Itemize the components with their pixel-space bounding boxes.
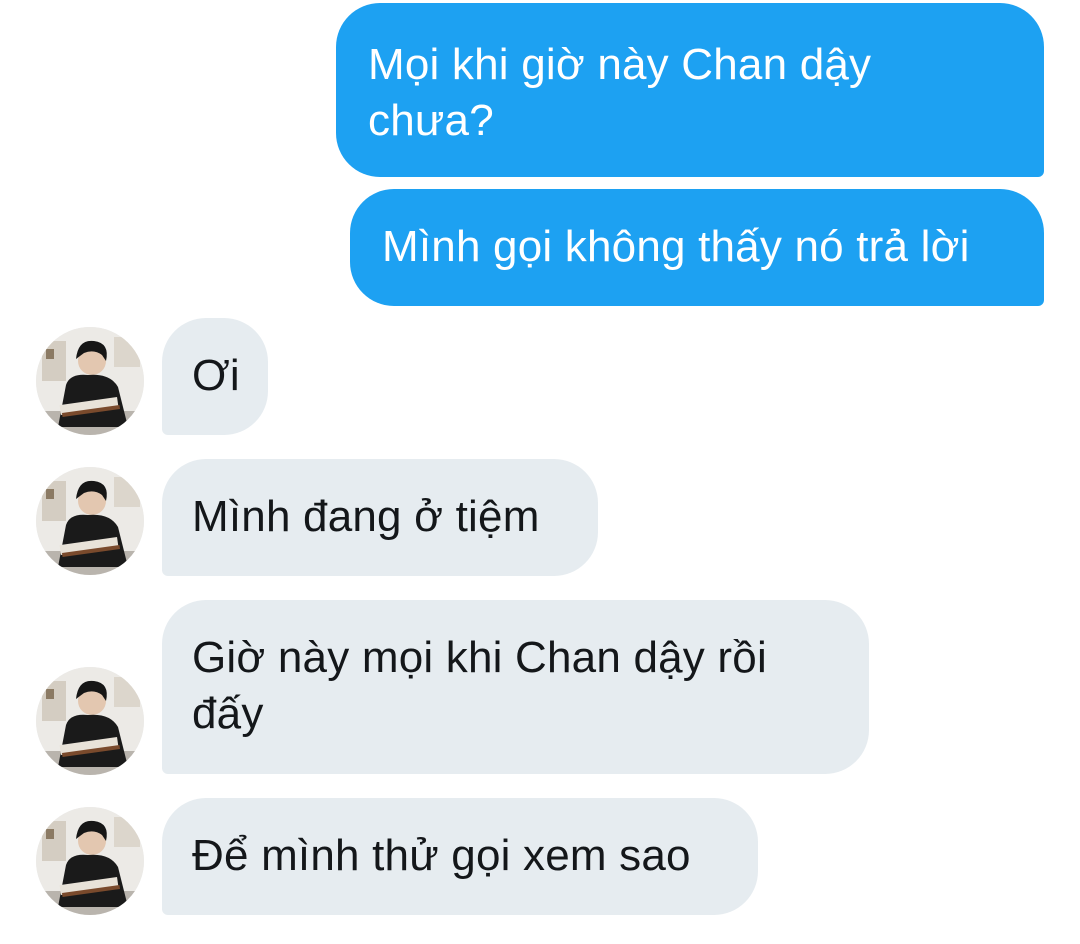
avatar-photo — [36, 327, 144, 435]
avatar-photo — [36, 667, 144, 775]
message-text: Giờ này mọi khi Chan dậy rồi đấy — [192, 633, 767, 738]
message-text: Ơi — [192, 351, 240, 400]
message-text: Mọi khi giờ này Chan dậy chưa? — [368, 40, 872, 145]
sent-message-bubble[interactable]: Mọi khi giờ này Chan dậy chưa? — [336, 3, 1044, 177]
message-text: Mình đang ở tiệm — [192, 492, 540, 541]
received-message-bubble[interactable]: Ơi — [162, 318, 268, 435]
received-message-bubble[interactable]: Mình đang ở tiệm — [162, 459, 598, 576]
contact-avatar[interactable] — [36, 667, 144, 775]
avatar-photo — [36, 807, 144, 915]
message-text: Mình gọi không thấy nó trả lời — [382, 222, 970, 271]
received-message-bubble[interactable]: Để mình thử gọi xem sao — [162, 798, 758, 915]
received-message-bubble[interactable]: Giờ này mọi khi Chan dậy rồi đấy — [162, 600, 869, 774]
contact-avatar[interactable] — [36, 467, 144, 575]
avatar-photo — [36, 467, 144, 575]
message-text: Để mình thử gọi xem sao — [192, 831, 691, 880]
contact-avatar[interactable] — [36, 327, 144, 435]
sent-message-bubble[interactable]: Mình gọi không thấy nó trả lời — [350, 189, 1044, 306]
contact-avatar[interactable] — [36, 807, 144, 915]
